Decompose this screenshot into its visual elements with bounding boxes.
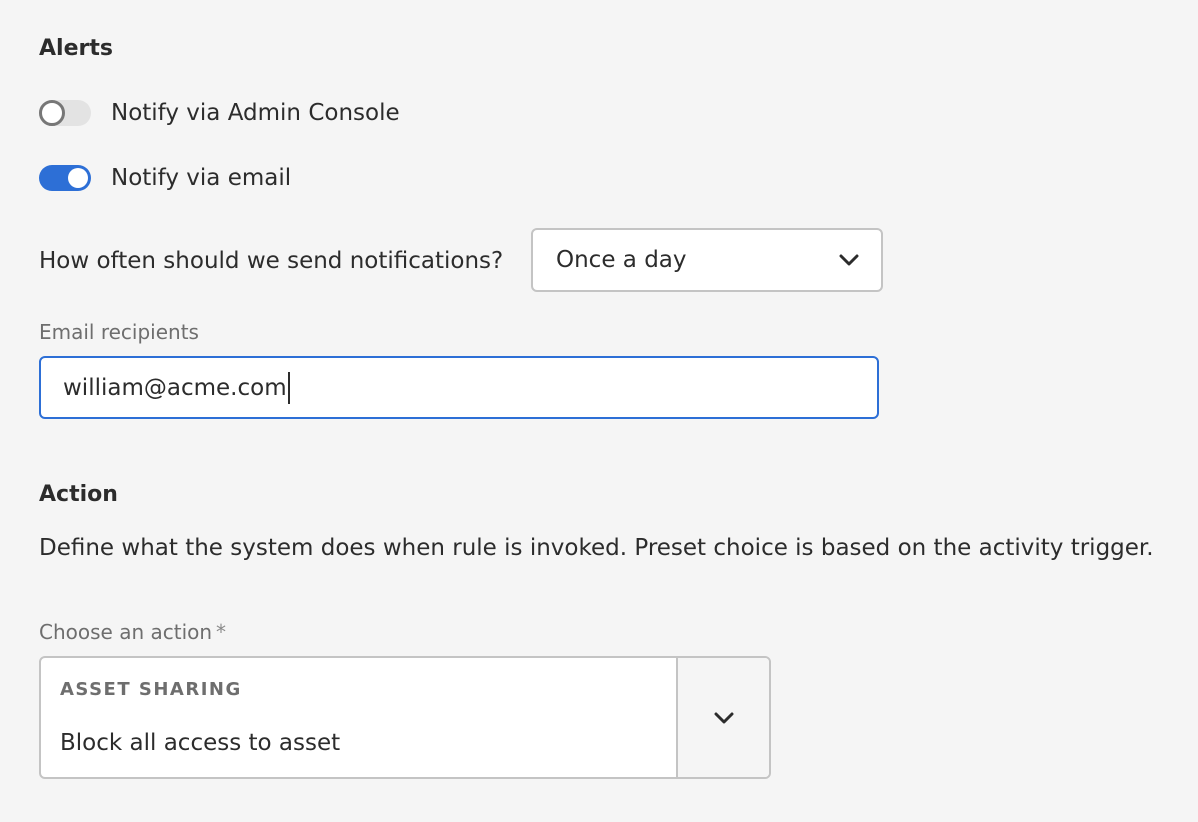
admin-console-toggle-label: Notify via Admin Console [111, 100, 400, 126]
email-recipients-input[interactable]: william@acme.com [39, 356, 879, 419]
action-description: Define what the system does when rule is… [39, 535, 1154, 561]
action-heading: Action [39, 482, 118, 507]
toggle-knob [39, 100, 65, 126]
email-toggle[interactable] [39, 165, 91, 191]
frequency-selected-value: Once a day [556, 247, 687, 273]
chevron-down-icon [837, 248, 861, 272]
toggle-knob [68, 168, 88, 188]
action-category: ASSET SHARING [60, 679, 242, 700]
choose-action-label: Choose an action [39, 620, 213, 644]
action-selected-value: Block all access to asset [60, 730, 341, 756]
email-toggle-row: Notify via email [39, 163, 291, 193]
choose-action-label-row: Choose an action * [39, 619, 226, 645]
email-recipients-label: Email recipients [39, 320, 199, 344]
text-caret [287, 371, 290, 404]
email-recipients-value: william@acme.com [63, 374, 287, 401]
admin-console-toggle-row: Notify via Admin Console [39, 98, 400, 128]
alert-settings-page: Alerts Notify via Admin Console Notify v… [0, 0, 1198, 822]
action-picker-content: ASSET SHARING Block all access to asset [41, 658, 676, 777]
chevron-down-icon [712, 706, 736, 730]
email-toggle-label: Notify via email [111, 165, 292, 191]
alerts-heading: Alerts [39, 36, 113, 61]
required-marker: * [216, 620, 227, 644]
admin-console-toggle[interactable] [39, 100, 91, 126]
frequency-question: How often should we send notifications? [39, 248, 504, 274]
frequency-select[interactable]: Once a day [531, 228, 883, 292]
action-picker[interactable]: ASSET SHARING Block all access to asset [39, 656, 771, 779]
action-picker-dropdown-button[interactable] [676, 658, 769, 777]
